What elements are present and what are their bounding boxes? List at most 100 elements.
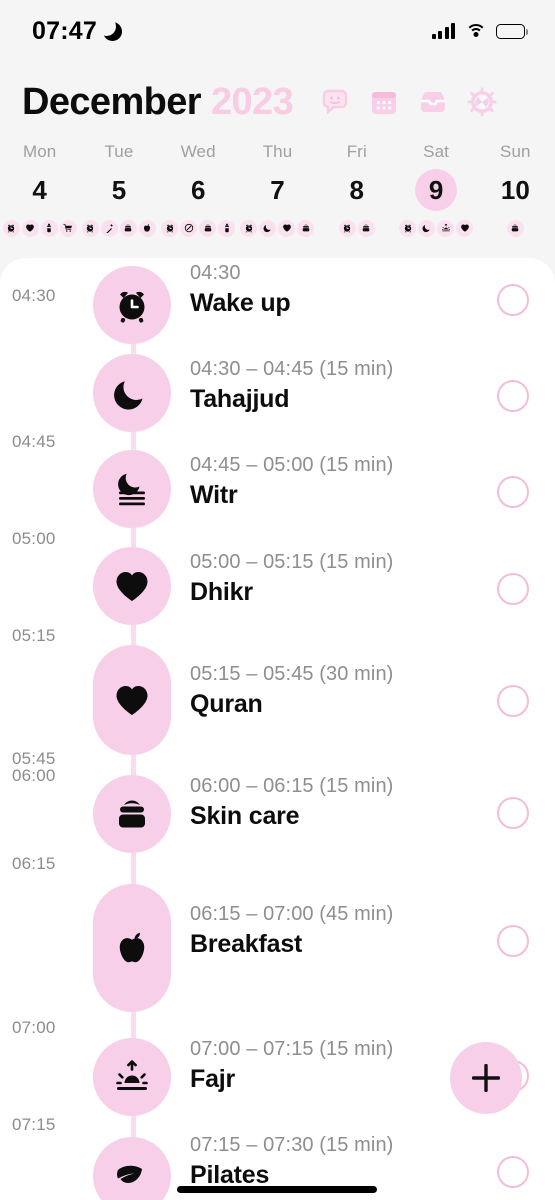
witr-icon <box>118 473 145 506</box>
event-complete-checkbox[interactable] <box>497 573 529 605</box>
day-activity-dot <box>21 219 39 237</box>
timeline-gutter-time: 06:00 <box>12 766 56 785</box>
event-text: 06:00 – 06:15 (15 min) Skin care <box>190 775 393 831</box>
event-complete-checkbox[interactable] <box>497 925 529 957</box>
day-number: 4 <box>32 174 47 205</box>
event-time: 06:15 – 07:00 (45 min) <box>190 903 394 925</box>
timeline-gutter-time: 05:00 <box>12 529 56 548</box>
add-event-button[interactable] <box>450 1042 522 1114</box>
day-activity-dots <box>2 219 77 237</box>
battery-icon <box>496 23 528 39</box>
day-activity-dot <box>199 219 217 237</box>
week-day-fri[interactable]: Fri 8 <box>317 142 396 252</box>
event-complete-checkbox[interactable] <box>497 797 529 829</box>
week-day-mon[interactable]: Mon 4 <box>0 142 79 252</box>
week-day-wed[interactable]: Wed 6 <box>159 142 238 252</box>
day-of-week-label: Sun <box>500 142 531 161</box>
week-day-tue[interactable]: Tue 5 <box>79 142 158 252</box>
day-activity-dot <box>399 219 417 237</box>
day-number-badge[interactable]: 6 <box>177 169 219 211</box>
event-text: 05:00 – 05:15 (15 min) Dhikr <box>190 551 393 607</box>
event-title: Witr <box>190 481 238 509</box>
event-text: 07:00 – 07:15 (15 min) Fajr <box>190 1038 393 1094</box>
event-icon-pill[interactable] <box>93 1038 171 1116</box>
event-title: Skin care <box>190 802 300 830</box>
day-activity-dots <box>161 219 236 237</box>
event-text: 04:45 – 05:00 (15 min) Witr <box>190 454 393 510</box>
event-complete-checkbox[interactable] <box>497 476 529 508</box>
day-activity-dot <box>418 219 436 237</box>
event-icon-pill[interactable] <box>93 547 171 625</box>
day-activity-dot <box>119 219 137 237</box>
event-complete-checkbox[interactable] <box>497 284 529 316</box>
week-day-thu[interactable]: Thu 7 <box>238 142 317 252</box>
inbox-tray-icon[interactable] <box>417 86 449 118</box>
day-activity-dot <box>138 219 156 237</box>
day-number-badge[interactable]: 9 <box>415 169 458 211</box>
day-number: 7 <box>270 174 285 205</box>
day-activity-dot <box>240 219 258 237</box>
event-time: 04:30 – 04:45 (15 min) <box>190 358 394 380</box>
event-icon-pill[interactable] <box>93 645 171 755</box>
gear-icon[interactable] <box>466 86 498 118</box>
event-complete-checkbox[interactable] <box>497 1156 529 1188</box>
event-icon-pill[interactable] <box>93 354 171 432</box>
event-icon-pill[interactable] <box>93 1137 171 1200</box>
day-activity-dot <box>40 219 58 237</box>
day-activity-dots <box>338 219 375 237</box>
event-complete-checkbox[interactable] <box>497 685 529 717</box>
day-activity-dot <box>456 219 474 237</box>
day-activity-dot <box>2 219 20 237</box>
timeline-gutter-time: 04:45 <box>12 432 56 451</box>
day-activity-dot <box>437 219 455 237</box>
event-title: Quran <box>190 690 263 718</box>
moon-icon <box>114 381 143 410</box>
day-number-badge[interactable]: 7 <box>256 169 298 211</box>
day-number-badge[interactable]: 10 <box>494 169 536 211</box>
event-time: 06:00 – 06:15 (15 min) <box>190 775 394 797</box>
chat-bubble-icon[interactable] <box>319 86 351 118</box>
event-title: Tahajjud <box>190 385 290 413</box>
event-icon-pill[interactable] <box>93 884 171 1012</box>
event-text: 06:15 – 07:00 (45 min) Breakfast <box>190 903 393 959</box>
day-activity-dot <box>161 219 179 237</box>
status-bar: 07:47 <box>0 0 555 62</box>
app-root: 07:47 December 2023 Mon 4 Tue 5 Wed 6 Th… <box>0 0 555 1200</box>
status-bar-left: 07:47 <box>32 16 122 46</box>
event-text: 04:30 Wake up <box>190 262 291 318</box>
week-strip[interactable]: Mon 4 Tue 5 Wed 6 Thu 7 Fri 8 Sat 9 Sun 10 <box>0 142 555 252</box>
cream-jar-icon <box>119 800 145 828</box>
event-title: Breakfast <box>190 930 303 958</box>
event-text: 05:15 – 05:45 (30 min) Quran <box>190 663 393 719</box>
day-activity-dot <box>100 219 118 237</box>
event-icon-pill[interactable] <box>93 450 171 528</box>
event-icon-pill[interactable] <box>93 775 171 853</box>
page-title: December <box>22 80 202 123</box>
day-number: 10 <box>500 174 530 205</box>
calendar-icon[interactable] <box>368 86 400 118</box>
page-header: December 2023 <box>0 74 555 130</box>
day-activity-dot <box>59 219 77 237</box>
week-day-sun[interactable]: Sun 10 <box>476 142 555 252</box>
event-complete-checkbox[interactable] <box>497 380 529 412</box>
page-title-year: 2023 <box>210 80 294 123</box>
timeline-gutter-time: 05:15 <box>12 626 56 645</box>
day-of-week-label: Fri <box>346 142 367 161</box>
event-icon-pill[interactable] <box>93 266 171 344</box>
day-activity-dot <box>297 219 315 237</box>
day-number: 9 <box>428 174 444 205</box>
day-activity-dot <box>81 219 99 237</box>
day-number: 5 <box>111 174 127 205</box>
day-of-week-label: Sat <box>423 142 449 161</box>
day-number-badge[interactable]: 5 <box>98 169 140 211</box>
day-number-badge[interactable]: 8 <box>336 169 378 211</box>
timeline-gutter-time: 04:30 <box>12 286 56 305</box>
day-activity-dots <box>506 219 524 237</box>
sunrise-icon <box>116 1060 148 1090</box>
day-activity-dots <box>240 219 315 237</box>
day-number-badge[interactable]: 4 <box>19 169 61 211</box>
wifi-icon <box>465 23 486 39</box>
week-day-sat[interactable]: Sat 9 <box>396 142 475 252</box>
day-activity-dot <box>180 219 198 237</box>
day-of-week-label: Tue <box>104 142 134 161</box>
